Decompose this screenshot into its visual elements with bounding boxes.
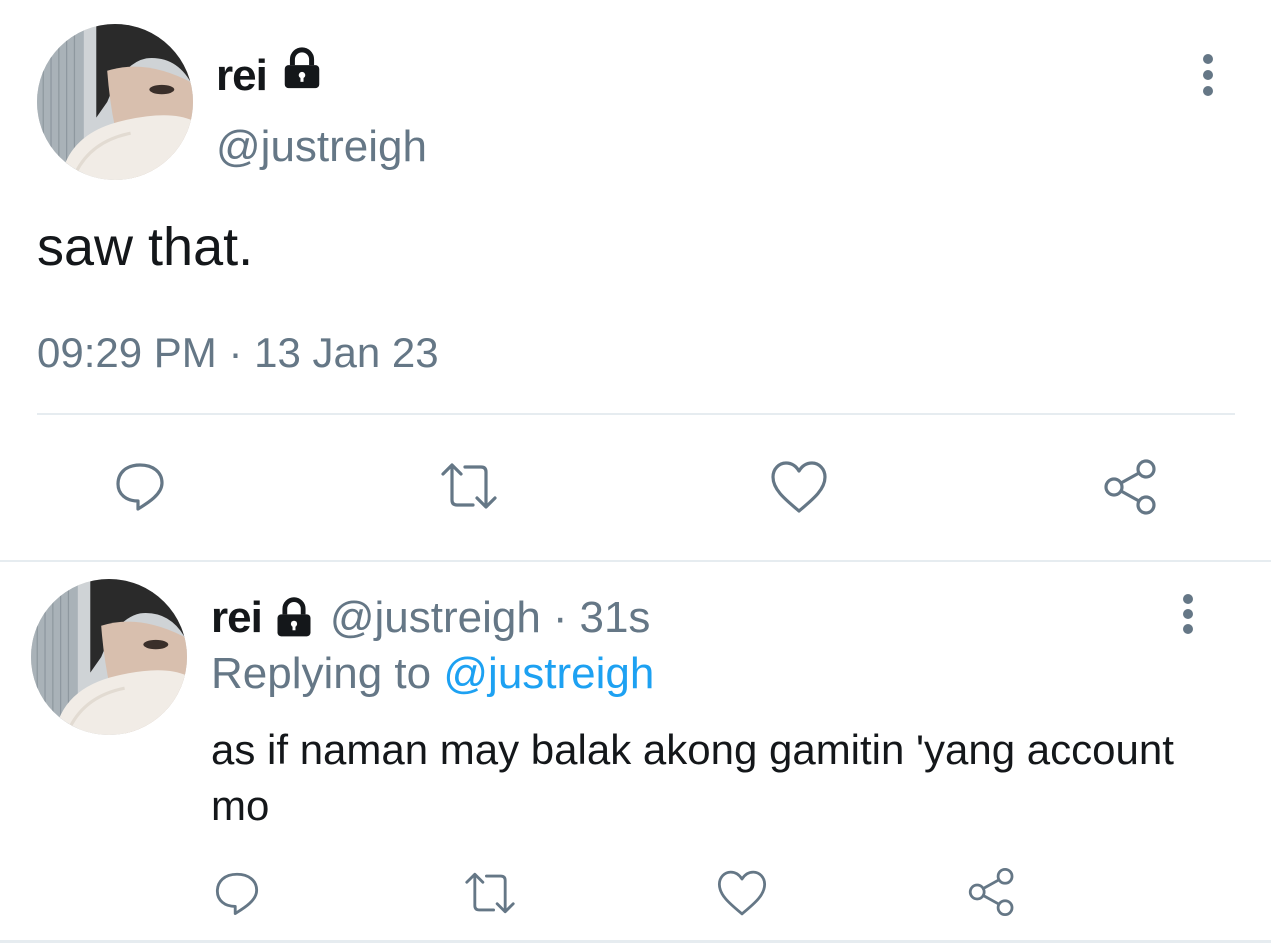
divider	[0, 940, 1271, 943]
display-name-text: rei	[216, 50, 268, 100]
reply-icon[interactable]	[110, 456, 170, 516]
like-icon[interactable]	[714, 866, 770, 920]
tweet-text: as if naman may balak akong gamitin 'yan…	[211, 726, 1174, 829]
avatar[interactable]	[31, 579, 187, 735]
display-name[interactable]: rei	[216, 46, 325, 105]
share-icon[interactable]	[1100, 456, 1162, 518]
lock-icon	[272, 596, 316, 640]
separator: ·	[552, 593, 568, 642]
handle[interactable]: @justreigh	[216, 120, 427, 174]
retweet-icon[interactable]	[460, 868, 520, 918]
reply-icon[interactable]	[210, 866, 264, 920]
more-options-icon[interactable]	[1166, 592, 1210, 638]
more-options-icon[interactable]	[1186, 50, 1230, 100]
tweet-timestamp[interactable]: 09:29 PM · 13 Jan 23	[37, 326, 439, 380]
divider	[0, 560, 1271, 562]
avatar[interactable]	[37, 24, 193, 180]
retweet-icon[interactable]	[436, 458, 502, 514]
tweet-text: saw that.	[37, 217, 254, 277]
reply-header: rei @justreigh · 31s	[211, 592, 650, 644]
handle[interactable]: @justreigh	[330, 592, 541, 644]
lock-icon	[279, 46, 325, 105]
tweet-age[interactable]: 31s	[579, 592, 650, 644]
like-icon[interactable]	[768, 458, 830, 516]
divider	[37, 413, 1235, 415]
share-icon[interactable]	[964, 864, 1020, 920]
display-name[interactable]: rei	[211, 592, 263, 644]
replying-to-link[interactable]: @justreigh	[443, 649, 654, 698]
replying-to: Replying to @justreigh	[211, 646, 654, 702]
replying-to-label: Replying to	[211, 649, 432, 698]
